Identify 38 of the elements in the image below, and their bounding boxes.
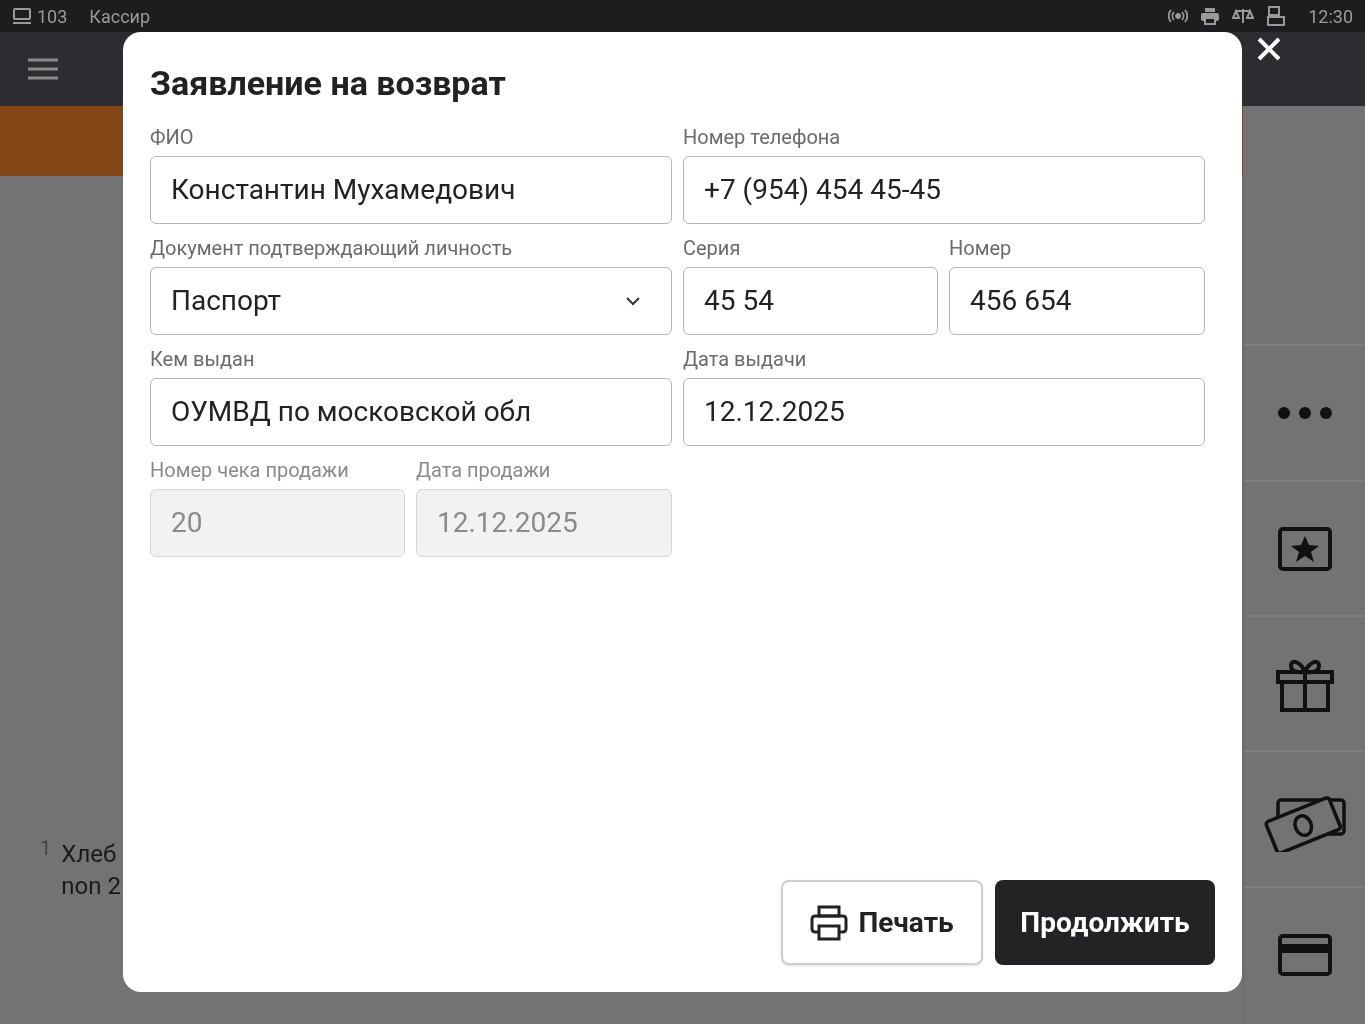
dropdown[interactable]: Паспорт bbox=[150, 267, 672, 335]
printer-icon bbox=[1200, 7, 1221, 25]
input-field[interactable]: Константин Мухамедович bbox=[150, 156, 672, 224]
print-button[interactable]: Печать bbox=[781, 880, 983, 965]
field-label: Кем выдан bbox=[150, 347, 256, 371]
chevron-down-icon bbox=[625, 296, 641, 306]
user-role: Кассир bbox=[89, 4, 151, 29]
field-label: Серия bbox=[683, 236, 742, 260]
scale-icon bbox=[1232, 7, 1255, 25]
dialog-title: Заявление на возврат bbox=[150, 62, 507, 104]
input-field[interactable]: +7 (954) 454 45-45 bbox=[683, 156, 1205, 224]
star-card-icon[interactable] bbox=[1277, 526, 1332, 571]
field-label: ФИО bbox=[150, 125, 195, 149]
field-label: Дата продажи bbox=[416, 458, 552, 482]
input-field[interactable]: 12.12.2025 bbox=[683, 378, 1205, 446]
field-label: Номер чека продажи bbox=[150, 458, 350, 482]
input-field: 20 bbox=[150, 489, 405, 557]
item-detail: non 2 bbox=[61, 871, 121, 902]
signal-icon bbox=[1168, 8, 1189, 24]
printer-icon bbox=[810, 904, 849, 941]
more-icon[interactable] bbox=[1276, 406, 1333, 420]
monitor-icon bbox=[12, 7, 32, 25]
terminal-number: 103 bbox=[37, 4, 68, 29]
input-field[interactable]: 456 654 bbox=[949, 267, 1205, 335]
continue-button[interactable]: Продолжить bbox=[995, 880, 1215, 965]
clock-time: 12:30 bbox=[1308, 4, 1353, 29]
field-label: Дата выдачи bbox=[683, 347, 808, 371]
field-label: Номер bbox=[949, 236, 1013, 260]
cash-register-icon bbox=[1266, 6, 1287, 26]
field-label: Документ подтверждающий личность bbox=[150, 236, 514, 260]
input-field: 12.12.2025 bbox=[416, 489, 672, 557]
input-field[interactable]: 45 54 bbox=[683, 267, 938, 335]
close-icon[interactable] bbox=[1257, 37, 1281, 61]
item-name: Хлеб bbox=[61, 839, 118, 870]
input-field[interactable]: ОУМВД по московской обл bbox=[150, 378, 672, 446]
menu-icon[interactable] bbox=[28, 57, 58, 81]
field-label: Номер телефона bbox=[683, 125, 842, 149]
credit-card-icon[interactable] bbox=[1277, 934, 1332, 976]
